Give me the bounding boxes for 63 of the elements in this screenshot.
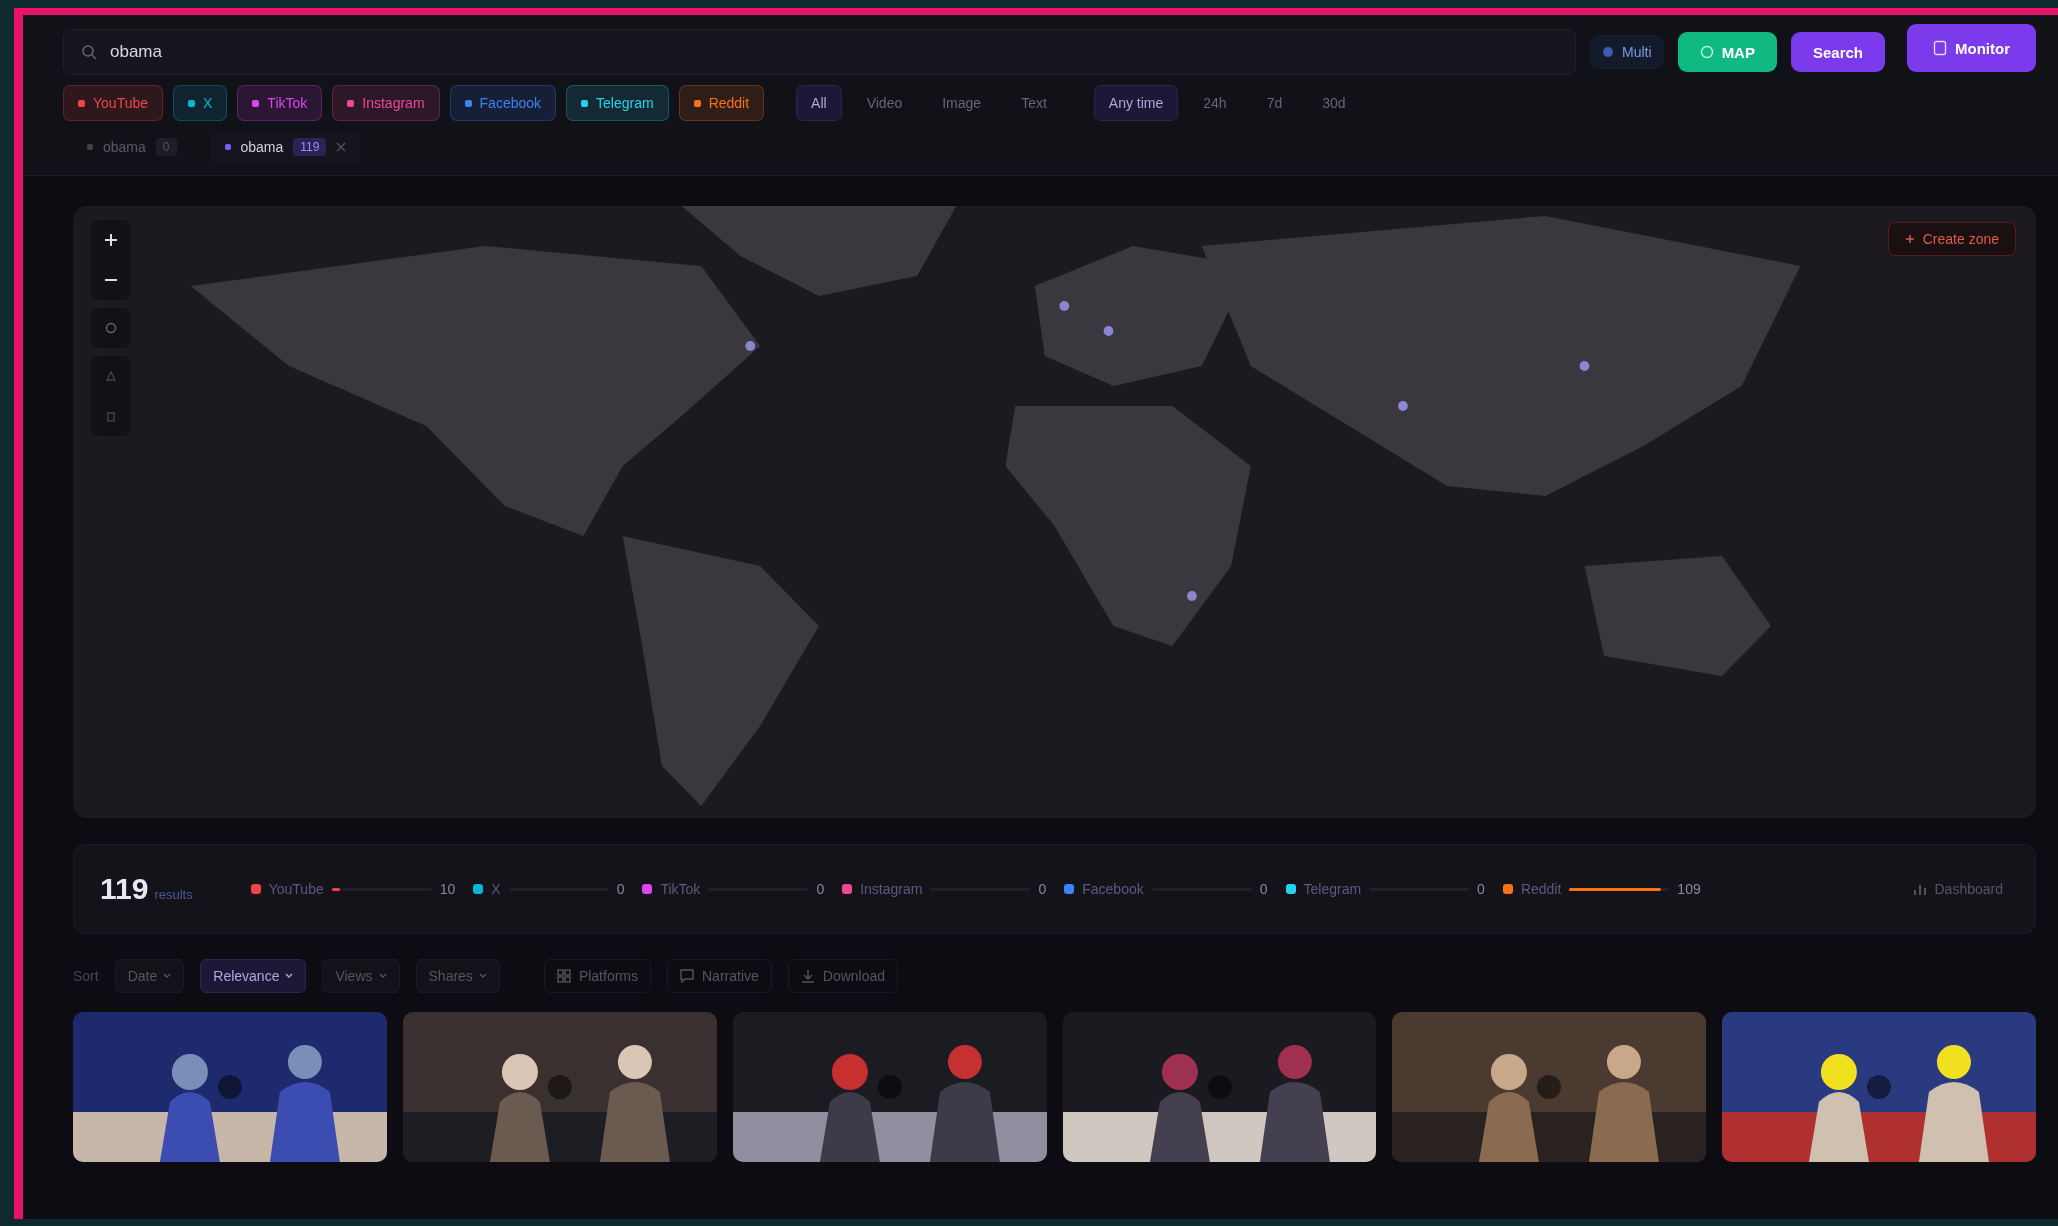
plus-icon xyxy=(1904,234,1915,244)
platform-filter[interactable]: Telegram xyxy=(566,85,669,121)
platform-filter[interactable]: Reddit xyxy=(678,85,765,121)
time-filter[interactable]: 24h xyxy=(1188,85,1242,121)
result-count: 119 xyxy=(100,872,149,906)
search-button[interactable]: Search xyxy=(1790,32,1885,72)
toolbar-button[interactable]: Narrative xyxy=(667,959,772,993)
caret-icon xyxy=(285,973,294,979)
caret-icon xyxy=(163,973,172,979)
platform-filter[interactable]: Facebook xyxy=(449,85,557,121)
globe-icon xyxy=(1699,45,1714,59)
platform-filter[interactable]: YouTube xyxy=(63,85,163,121)
platform-count: 0 xyxy=(616,881,625,897)
time-filter[interactable]: 7d xyxy=(1251,85,1298,121)
results-label: results xyxy=(154,886,193,902)
query-tab[interactable]: obama 119 xyxy=(210,131,361,163)
chat-icon xyxy=(680,969,694,983)
platform-name: Telegram xyxy=(1303,881,1362,897)
time-filter[interactable]: 30d xyxy=(1307,85,1361,121)
time-filter[interactable]: Any time xyxy=(1093,85,1179,121)
sort-option[interactable]: Relevance xyxy=(200,959,307,993)
platform-name: YouTube xyxy=(268,881,324,897)
platform-count: 109 xyxy=(1677,881,1701,897)
platform-filter[interactable]: X xyxy=(173,85,228,121)
sort-option[interactable]: Shares xyxy=(415,959,500,993)
caret-icon xyxy=(478,973,487,979)
grid-icon xyxy=(556,969,571,983)
toolbar-button[interactable]: Download xyxy=(787,959,899,993)
toolbar-button[interactable]: Platforms xyxy=(543,959,651,993)
platform-count: 0 xyxy=(1477,881,1485,897)
platform-name: Facebook xyxy=(1082,881,1144,897)
count-badge: 119 xyxy=(293,138,327,156)
plus-icon xyxy=(104,233,118,247)
platform-filter[interactable]: TikTok xyxy=(237,85,323,121)
screen-icon xyxy=(1933,40,1947,56)
sort-option[interactable]: Date xyxy=(114,959,185,993)
platform-count: 0 xyxy=(816,881,825,897)
download-icon xyxy=(800,969,815,983)
type-filter[interactable]: Text xyxy=(1006,85,1062,121)
platform-count: 10 xyxy=(439,881,456,897)
sort-option[interactable]: Views xyxy=(322,959,400,993)
polygon-icon xyxy=(105,370,117,382)
search-field[interactable]: obama xyxy=(63,29,1577,75)
platform-filter[interactable]: Instagram xyxy=(332,85,440,121)
platform-count: 0 xyxy=(1038,881,1047,897)
sort-label: Sort xyxy=(73,968,99,984)
platform-name: TikTok xyxy=(660,881,701,897)
chart-icon xyxy=(1912,882,1927,896)
platform-name: Reddit xyxy=(1520,881,1562,897)
type-filter[interactable]: All xyxy=(796,85,842,121)
circle-icon xyxy=(105,322,117,334)
multi-button[interactable]: Multi xyxy=(1590,35,1664,69)
type-filter[interactable]: Image xyxy=(927,85,997,121)
monitor-button[interactable]: Monitor xyxy=(1907,24,2036,72)
type-filter[interactable]: Video xyxy=(851,85,918,121)
create-zone-button[interactable]: Create zone xyxy=(1887,222,2016,256)
map-button[interactable]: MAP xyxy=(1677,32,1777,72)
close-icon[interactable] xyxy=(336,142,347,152)
platform-name: X xyxy=(491,881,501,897)
platform-name: Instagram xyxy=(860,881,923,897)
dashboard-button[interactable]: Dashboard xyxy=(1906,880,2009,898)
platform-count: 0 xyxy=(1259,881,1268,897)
caret-icon xyxy=(378,973,387,979)
